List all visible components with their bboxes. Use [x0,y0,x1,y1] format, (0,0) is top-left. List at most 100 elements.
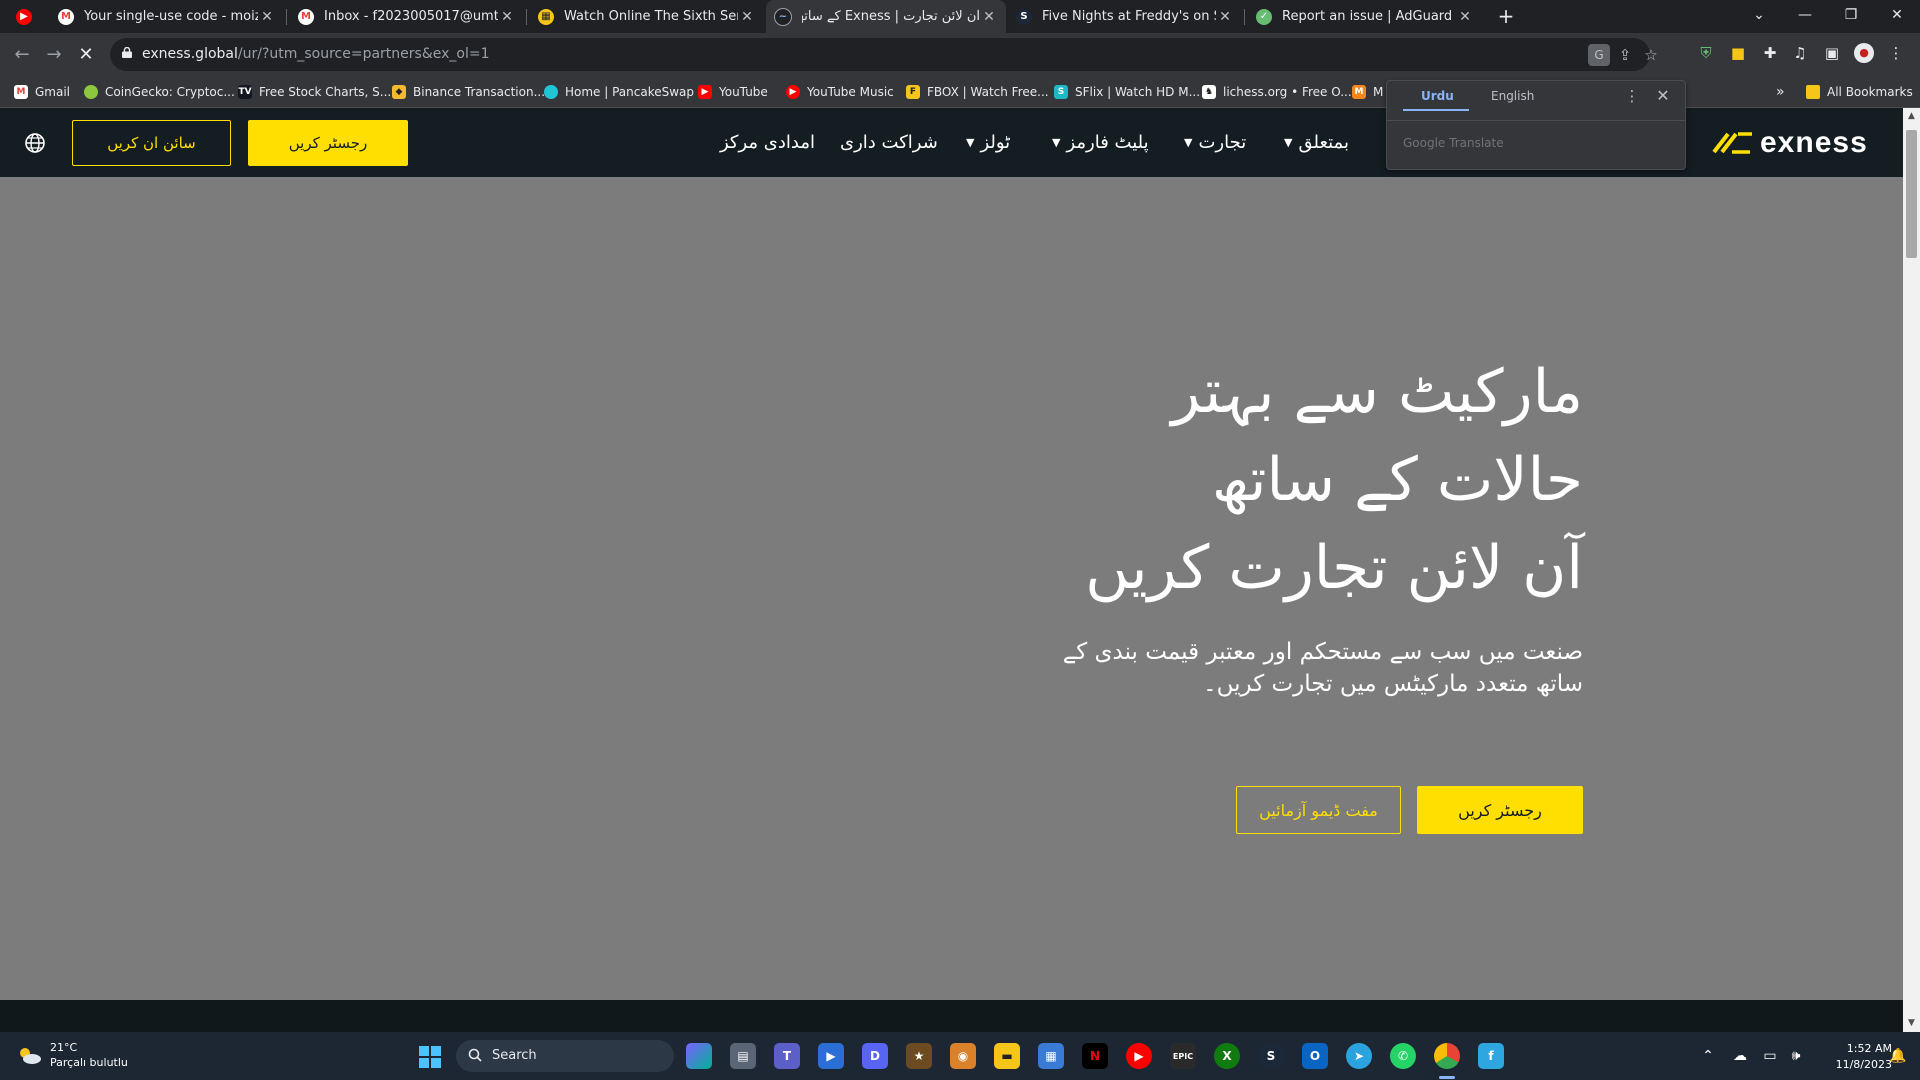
notification-bell-icon[interactable]: 🔔 [1886,1032,1910,1080]
nav-label: امدادی مرکز [720,132,815,153]
bookmark-label: YouTube Music [807,85,894,99]
bookmark-sflix[interactable]: S SFlix | Watch HD M... [1054,76,1200,108]
windows-start-icon[interactable] [418,1045,442,1069]
bookmark-pancakeswap[interactable]: Home | PancakeSwap [544,76,694,108]
close-tab-icon[interactable]: ✕ [1456,9,1474,25]
bookmark-label: SFlix | Watch HD M... [1075,85,1201,99]
nav-partnership[interactable]: شراکت داری [840,108,938,177]
microsoft-store-icon[interactable]: ▦ [1038,1043,1064,1069]
tab-youtube-pinned[interactable]: ▶ [8,0,48,33]
forward-button[interactable]: → [40,41,68,69]
close-tab-icon[interactable]: ✕ [1216,9,1234,25]
minimize-button[interactable]: — [1782,0,1828,30]
basket-app-icon[interactable]: ◉ [950,1043,976,1069]
discord-icon[interactable]: D [862,1043,888,1069]
bookmark-youtube[interactable]: ▶ YouTube [698,76,768,108]
extensions-puzzle-icon[interactable]: ✚ [1760,43,1780,63]
exness-logo[interactable]: exness [1710,126,1868,160]
nav-about[interactable]: ▼ بمتعلق [1284,108,1349,177]
address-bar[interactable]: exness.global/ur/?utm_source=partners&ex… [110,38,1658,71]
copilot-icon[interactable] [686,1043,712,1069]
onedrive-cloud-icon[interactable]: ☁ [1728,1032,1752,1080]
taskbar-clock[interactable]: 1:52 AM 11/8/2023 [1812,1041,1892,1073]
nav-tools[interactable]: ▼ ٹولز [966,108,1010,177]
nav-platforms[interactable]: ▼ پلیٹ فارمز [1052,108,1149,177]
media-player-icon[interactable]: ▶ [818,1043,844,1069]
tab-6[interactable]: ✓ Report an issue | AdGuard ✕ [1248,0,1482,33]
side-panel-icon[interactable]: ▣ [1822,43,1842,63]
globe-language-icon[interactable] [24,132,46,154]
scrollbar-thumb[interactable] [1906,130,1917,258]
bookmark-star-icon[interactable]: ☆ [1640,44,1662,66]
nav-trading[interactable]: ▼ تجارت [1184,108,1246,177]
bookmark-youtube-music[interactable]: ▶ YouTube Music [786,76,894,108]
restore-button[interactable]: ❐ [1828,0,1874,30]
file-explorer-icon[interactable]: ▬ [994,1043,1020,1069]
scroll-down-arrow-icon[interactable]: ▼ [1903,1015,1920,1032]
xbox-icon[interactable]: X [1214,1043,1240,1069]
register-button-header[interactable]: رجسٹر کریں [248,120,408,166]
bookmark-binance[interactable]: ◆ Binance Transaction... [392,76,545,108]
chrome-menu-icon[interactable]: ⋮ [1886,43,1906,63]
netflix-icon[interactable]: N [1082,1043,1108,1069]
tab-separator [526,9,527,25]
close-tab-icon[interactable]: ✕ [258,9,276,25]
adguard-extension-icon[interactable]: ⛨ [1696,43,1716,63]
page-scrollbar[interactable]: ▲ ▼ [1903,108,1920,1032]
taskbar-search-box[interactable]: Search [456,1040,674,1072]
translate-options-menu-icon[interactable]: ⋮ [1623,87,1641,105]
share-icon[interactable]: ⇪ [1614,44,1636,66]
network-icon[interactable]: ▭ [1758,1032,1782,1080]
translate-close-icon[interactable]: ✕ [1653,86,1673,105]
tab-5[interactable]: S Five Nights at Freddy's on Steam ✕ [1008,0,1242,33]
bookmark-lichess[interactable]: ♞ lichess.org • Free O... [1202,76,1352,108]
steam-icon[interactable]: S [1258,1043,1284,1069]
media-control-icon[interactable]: ♫ [1790,43,1810,63]
weather-widget[interactable]: 21°C Parçalı bulutlu [16,1040,128,1070]
facebook-app-icon[interactable]: f [1478,1043,1504,1069]
back-button[interactable]: ← [8,41,36,69]
bookmark-metamask[interactable]: MM [1352,76,1383,108]
translate-lang-english-tab[interactable]: English [1491,89,1534,103]
bookmark-fbox[interactable]: F FBOX | Watch Free... [906,76,1049,108]
nav-help-center[interactable]: امدادی مرکز [720,108,815,177]
bookmark-tradingview[interactable]: TV Free Stock Charts, S... [238,76,391,108]
weather-condition: Parçalı bulutlu [50,1056,128,1069]
bookmarks-overflow-icon[interactable]: » [1776,76,1785,108]
scroll-up-arrow-icon[interactable]: ▲ [1903,108,1920,125]
stop-loading-button[interactable]: ✕ [72,41,100,69]
tab-4-active[interactable]: ~ آن لائن تجارت | Exness کے ساتھ کر ✕ [766,0,1006,33]
new-tab-button[interactable]: + [1494,4,1518,28]
hero-register-button[interactable]: رجسٹر کریں [1417,786,1583,834]
close-tab-icon[interactable]: ✕ [738,9,756,25]
tab-strip: ▶ M Your single-use code - moiz.ali3 ✕ M… [0,0,1920,33]
close-window-button[interactable]: ✕ [1874,0,1920,30]
teams-icon[interactable]: T [774,1043,800,1069]
translate-icon[interactable]: G [1588,44,1610,66]
tray-overflow-chevron-icon[interactable]: ⌃ [1696,1032,1720,1080]
bookmark-coingecko[interactable]: CoinGecko: Cryptoc... [84,76,235,108]
whatsapp-icon[interactable]: ✆ [1390,1043,1416,1069]
free-demo-button[interactable]: مفت ڈیمو آزمائیں [1236,786,1401,834]
tab-2[interactable]: M Inbox - f2023005017@umt.edu. ✕ [290,0,524,33]
extension-yellow-icon[interactable]: ■ [1728,43,1748,63]
all-bookmarks-folder[interactable]: All Bookmarks [1806,76,1913,108]
tab-search-chevron-icon[interactable]: ⌄ [1736,0,1782,30]
task-view-icon[interactable]: ▤ [730,1043,756,1069]
tab-1[interactable]: M Your single-use code - moiz.ali3 ✕ [50,0,284,33]
game-app-icon[interactable]: ★ [906,1043,932,1069]
close-tab-icon[interactable]: ✕ [498,9,516,25]
signin-button[interactable]: سائن ان کریں [72,120,231,166]
bookmark-label: CoinGecko: Cryptoc... [105,85,235,99]
close-tab-icon[interactable]: ✕ [980,9,998,25]
volume-icon[interactable]: 🕪 [1784,1032,1808,1080]
epic-games-icon[interactable]: EPIC [1170,1043,1196,1069]
bookmark-gmail[interactable]: M Gmail [14,76,70,108]
chrome-taskbar-icon[interactable] [1434,1043,1460,1069]
telegram-icon[interactable]: ➤ [1346,1043,1372,1069]
outlook-icon[interactable]: O [1302,1043,1328,1069]
profile-avatar[interactable]: ● [1854,43,1874,63]
youtube-music-icon[interactable]: ▶ [1126,1043,1152,1069]
tab-3[interactable]: ▦ Watch Online The Sixth Sense 19 ✕ [530,0,764,33]
translate-lang-urdu-tab[interactable]: Urdu [1421,89,1454,103]
